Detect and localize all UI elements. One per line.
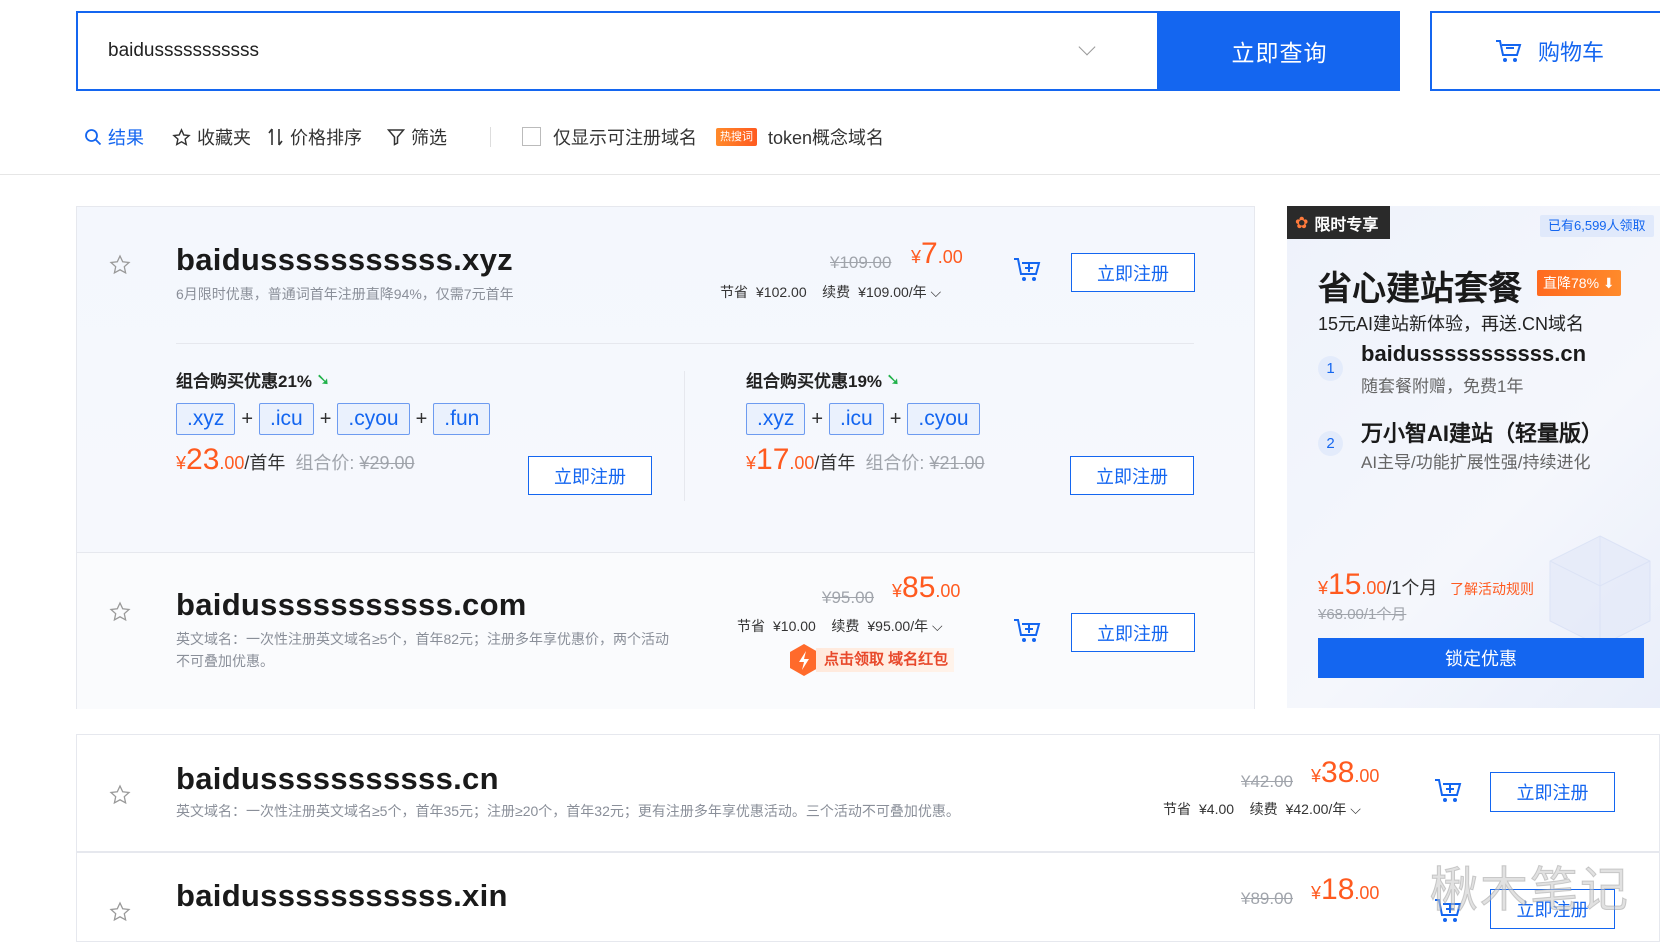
domain-name[interactable]: baidusssssssssss.com (176, 587, 527, 623)
promo-item-title: 万小智AI建站（轻量版） (1361, 421, 1604, 446)
favorites-label: 收藏夹 (197, 128, 251, 148)
combo-divider (684, 371, 685, 501)
chevron-down-icon[interactable] (1078, 38, 1096, 56)
original-price: ¥95.00 (822, 588, 874, 607)
promo-discount-badge: 直降78% ⬇ (1537, 270, 1621, 296)
add-to-cart-icon[interactable] (1012, 617, 1042, 645)
combo-tld-list: .xyz + .icu + .cyou (746, 403, 980, 435)
search-input[interactable]: baidusssssssssss (76, 11, 1159, 91)
activity-rules-link[interactable]: 了解活动规则 (1450, 579, 1534, 599)
combo-register-button[interactable]: 立即注册 (528, 456, 652, 495)
hot-keyword-link[interactable]: token概念域名 (768, 124, 884, 150)
red-packet-banner[interactable]: 点击领取 域名红包 (786, 642, 966, 678)
tab-results[interactable]: 结果 (84, 124, 144, 150)
domain-desc: 英文域名：一次性注册英文域名≥5个，首年82元；注册多年享优惠价，两个活动不可叠… (176, 631, 670, 669)
promo-title: 省心建站套餐 (1318, 270, 1522, 308)
results-label: 结果 (108, 128, 144, 148)
flower-icon: ✿ (1295, 214, 1309, 232)
current-price: ¥18.00 (1311, 873, 1380, 906)
original-price: ¥89.00 (1241, 889, 1293, 908)
promo-item-title: baidusssssssssss.cn (1361, 341, 1587, 366)
result-row-cn: baidusssssssssss.cn 英文域名：一次性注册英文域名≥5个，首年… (76, 734, 1660, 852)
filter-button[interactable]: 筛选 (387, 124, 447, 150)
tld-chip: .cyou (337, 403, 410, 435)
favorite-star-icon[interactable] (109, 254, 131, 276)
combo-tld-list: .xyz + .icu + .cyou + .fun (176, 403, 491, 435)
search-button[interactable]: 立即查询 (1159, 11, 1400, 91)
search-icon (85, 129, 102, 146)
lock-offer-button[interactable]: 锁定优惠 (1318, 638, 1644, 678)
toolbar-divider (490, 127, 491, 147)
favorite-star-icon[interactable] (109, 784, 131, 806)
combo-price: ¥17.00/首年 组合价: ¥21.00 (746, 443, 985, 476)
register-button[interactable]: 立即注册 (1490, 772, 1615, 812)
price-sort-label: 价格排序 (290, 128, 362, 148)
favorite-star-icon[interactable] (109, 601, 131, 623)
arrow-down-icon: ➘ (316, 369, 331, 389)
cart-button[interactable]: 购物车 (1430, 11, 1660, 91)
original-price: ¥109.00 (830, 253, 892, 272)
watermark: 楸木笔记 (1429, 862, 1631, 919)
only-available-label[interactable]: 仅显示可注册域名 (553, 124, 697, 150)
tld-chip: .fun (433, 403, 491, 435)
list-number: 1 (1318, 356, 1343, 381)
register-button[interactable]: 立即注册 (1071, 613, 1195, 652)
result-card-group: baidusssssssssss.xyz 6月限时优惠，普通词首年注册直降94%… (76, 206, 1255, 709)
price-meta: 节省 ¥102.00 续费 ¥109.00/年 ⌵ (720, 284, 942, 300)
price-meta: 节省 ¥4.00 续费 ¥42.00/年 ⌵ (1163, 801, 1361, 817)
only-available-checkbox[interactable] (522, 127, 541, 146)
filter-icon (387, 129, 405, 146)
tld-chip: .icu (829, 403, 884, 435)
cart-icon (1496, 40, 1522, 62)
domain-desc: 6月限时优惠，普通词首年注册直降94%，仅需7元首年 (176, 286, 514, 302)
tld-chip: .icu (259, 403, 314, 435)
list-number: 2 (1318, 431, 1343, 456)
domain-name[interactable]: baidusssssssssss.cn (176, 761, 499, 797)
register-button[interactable]: 立即注册 (1071, 253, 1195, 292)
add-to-cart-icon[interactable] (1012, 256, 1042, 284)
promo-tag: ✿ 限时专享 (1287, 206, 1391, 239)
cart-label: 购物车 (1538, 40, 1605, 65)
combo-register-button[interactable]: 立即注册 (1070, 456, 1194, 495)
star-icon (172, 127, 191, 146)
promo-original-price: ¥68.00/1个月 (1318, 606, 1407, 623)
tld-chip: .xyz (176, 403, 236, 435)
filter-label: 筛选 (411, 128, 447, 148)
tld-chip: .xyz (746, 403, 806, 435)
domain-name[interactable]: baidusssssssssss.xyz (176, 242, 513, 278)
tab-favorites[interactable]: 收藏夹 (172, 124, 251, 150)
toolbar-divider-line (0, 174, 1660, 175)
promo-claim-count: 已有6,599人领取 (1540, 215, 1654, 237)
combo-price: ¥23.00/首年 组合价: ¥29.00 (176, 443, 415, 476)
favorite-star-icon[interactable] (109, 901, 131, 923)
promo-price: ¥15.00/1个月 (1318, 568, 1438, 601)
promo-panel: ✿ 限时专享 已有6,599人领取 省心建站套餐 直降78% ⬇ 15元AI建站新… (1287, 206, 1660, 708)
promo-subtitle: 15元AI建站新体验，再送.CN域名 (1318, 314, 1585, 334)
domain-desc: 英文域名：一次性注册英文域名≥5个，首年35元；注册≥20个，首年32元；更有注… (176, 803, 960, 819)
current-price: ¥85.00 (892, 571, 961, 604)
original-price: ¥42.00 (1241, 772, 1293, 791)
domain-name[interactable]: baidusssssssssss.xin (176, 878, 508, 914)
price-sort-button[interactable]: 价格排序 (268, 124, 362, 150)
promo-item-desc: 随套餐附赠，免费1年 (1361, 377, 1524, 396)
search-query-text: baidusssssssssss (108, 40, 259, 61)
hot-search-badge: 热搜词 (716, 128, 757, 146)
red-packet-label: 点击领取 域名红包 (816, 648, 955, 672)
section-divider (176, 343, 1194, 344)
current-price: ¥7.00 (911, 237, 963, 270)
add-to-cart-icon[interactable] (1433, 777, 1463, 805)
current-price: ¥38.00 (1311, 756, 1380, 789)
sort-icon (268, 128, 283, 146)
promo-item-desc: AI主导/功能扩展性强/持续进化 (1361, 453, 1591, 472)
combo-title: 组合购买优惠21% ➘ (176, 369, 331, 392)
combo-title: 组合购买优惠19% ➘ (746, 369, 901, 392)
result-row-xin: baidusssssssssss.xin ¥89.00 ¥18.00 立即注册 (76, 852, 1660, 942)
tld-chip: .cyou (907, 403, 980, 435)
arrow-down-icon: ➘ (886, 369, 901, 389)
price-meta: 节省 ¥10.00 续费 ¥95.00/年 ⌵ (737, 618, 943, 634)
